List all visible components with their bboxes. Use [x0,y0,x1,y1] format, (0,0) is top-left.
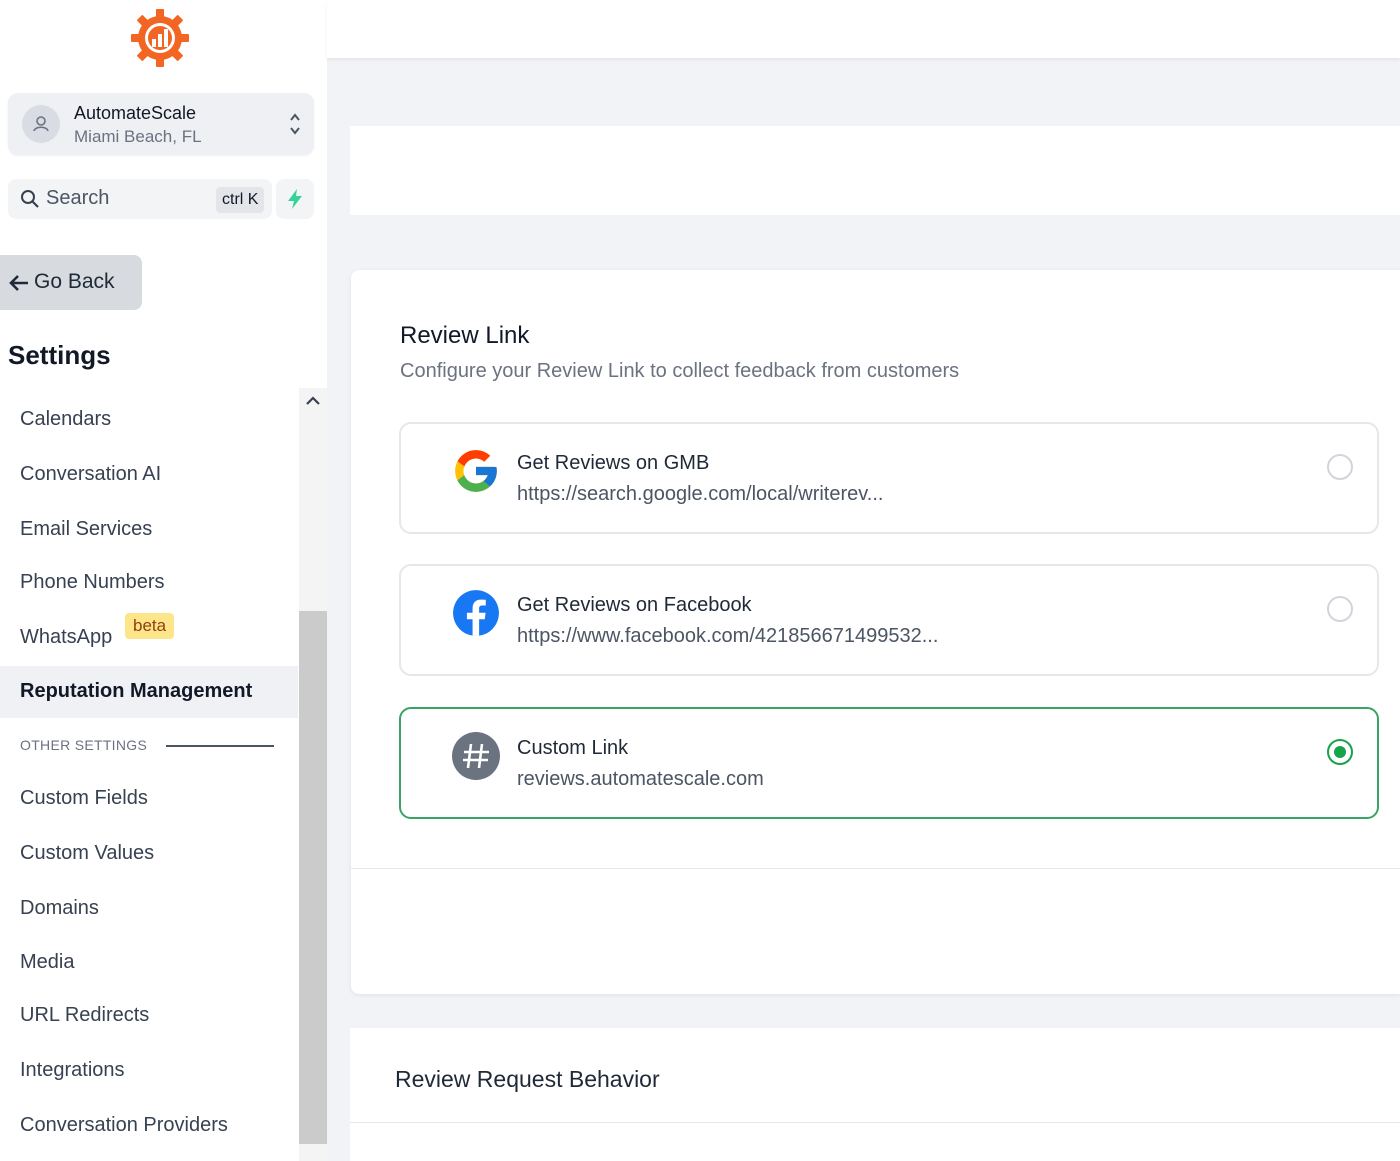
option-url: https://search.google.com/local/writerev… [517,483,884,505]
option-title: Custom Link [517,737,629,759]
top-header-bar [327,0,1400,58]
option-radio[interactable] [1327,596,1353,622]
sidebar-item-integrations[interactable]: Integrations [20,1059,125,1082]
card-divider [351,868,1400,869]
other-settings-label: OTHER SETTINGS [20,737,148,753]
chevron-up-down-icon [290,113,300,135]
account-switcher[interactable]: AutomateScale Miami Beach, FL [8,93,314,155]
sidebar-item-label: Reputation Management [20,680,253,702]
beta-badge: beta [125,613,175,639]
option-title: Get Reviews on Facebook [517,594,752,616]
option-url: https://www.facebook.com/421856671499532… [517,625,939,647]
sidebar-item-media[interactable]: Media [20,951,74,974]
go-back-button[interactable]: Go Back [0,255,142,310]
option-custom-link[interactable]: Custom Link reviews.automatescale.com [399,707,1379,819]
user-icon [33,116,49,132]
option-facebook[interactable]: Get Reviews on Facebook https://www.face… [399,564,1379,676]
search-placeholder: Search [46,187,110,209]
review-link-title: Review Link [400,322,530,349]
sidebar-item-email-services[interactable]: Email Services [20,518,152,541]
go-back-label: Go Back [34,270,115,293]
review-link-subtitle: Configure your Review Link to collect fe… [400,360,960,382]
google-icon [455,450,497,492]
option-radio-selected[interactable] [1327,739,1353,765]
review-request-card: Review Request Behavior [350,1028,1400,1161]
settings-heading: Settings [8,340,111,370]
facebook-icon [453,590,499,636]
sidebar-item-conversation-providers[interactable]: Conversation Providers [20,1114,228,1137]
quick-action-button[interactable] [276,179,314,219]
review-link-card: Review Link Configure your Review Link t… [351,270,1400,994]
card-divider [350,1122,1400,1123]
lightning-icon [288,189,302,209]
hash-icon [452,732,500,780]
option-gmb[interactable]: Get Reviews on GMB https://search.google… [399,422,1379,534]
review-request-title: Review Request Behavior [395,1066,660,1092]
sidebar-scrollbar-thumb[interactable] [299,611,327,1144]
account-avatar [22,105,60,143]
sidebar-item-reputation-management[interactable]: Reputation Management [0,666,298,718]
sidebar-item-domains[interactable]: Domains [20,897,99,920]
option-title: Get Reviews on GMB [517,452,710,474]
search-box[interactable]: Search ctrl K [8,179,272,219]
app-logo-icon[interactable] [128,6,192,70]
sidebar-item-phone-numbers[interactable]: Phone Numbers [20,571,165,594]
sidebar-item-conversation-ai[interactable]: Conversation AI [20,463,161,486]
option-url: reviews.automatescale.com [517,768,764,790]
sidebar-item-url-redirects[interactable]: URL Redirects [20,1004,149,1027]
sidebar-item-custom-values[interactable]: Custom Values [20,842,154,865]
chevron-up-icon[interactable] [303,393,323,409]
sidebar-item-calendars[interactable]: Calendars [20,408,111,431]
option-radio[interactable] [1327,454,1353,480]
sidebar-item-custom-fields[interactable]: Custom Fields [20,787,148,810]
account-name: AutomateScale [74,103,197,123]
section-divider [166,745,274,747]
arrow-left-icon [9,275,28,291]
search-shortcut: ctrl K [216,187,265,213]
search-icon [21,190,39,208]
sidebar-item-whatsapp[interactable]: WhatsApp [20,626,112,649]
header-card [350,126,1400,215]
sidebar: AutomateScale Miami Beach, FL Search ctr… [0,0,327,1161]
account-location: Miami Beach, FL [74,127,202,146]
